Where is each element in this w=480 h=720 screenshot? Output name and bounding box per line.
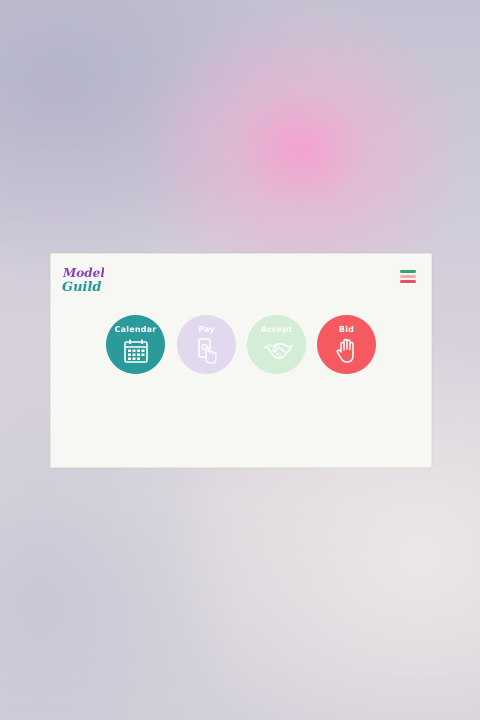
pay-label: Pay (198, 325, 215, 334)
calendar-button[interactable]: Calendar (106, 315, 165, 374)
menu-bar-top (400, 270, 416, 273)
bid-label: Bid (338, 325, 355, 334)
models-guild-logo[interactable]: Models Guild (62, 264, 112, 295)
svg-text:Models: Models (62, 266, 104, 280)
raised-hand-icon (336, 338, 354, 363)
calendar-label: Calendar (114, 325, 157, 334)
calendar-icon (124, 339, 148, 363)
handshake-icon (263, 343, 293, 359)
menu-bar-bottom (400, 280, 416, 283)
menu-bar-middle (400, 275, 416, 278)
hamburger-menu-icon[interactable] (400, 270, 416, 284)
pay-phone-tap-icon (198, 338, 217, 364)
pay-button[interactable]: Pay (177, 315, 236, 374)
accept-label: Accept (260, 325, 293, 334)
logo-wordmark: Models Guild (62, 266, 112, 295)
accept-button[interactable]: Accept (247, 315, 306, 374)
main-card: Models Guild Calendar Pay (50, 253, 432, 468)
svg-text:Guild: Guild (62, 280, 102, 294)
bid-button[interactable]: Bid (317, 315, 376, 374)
